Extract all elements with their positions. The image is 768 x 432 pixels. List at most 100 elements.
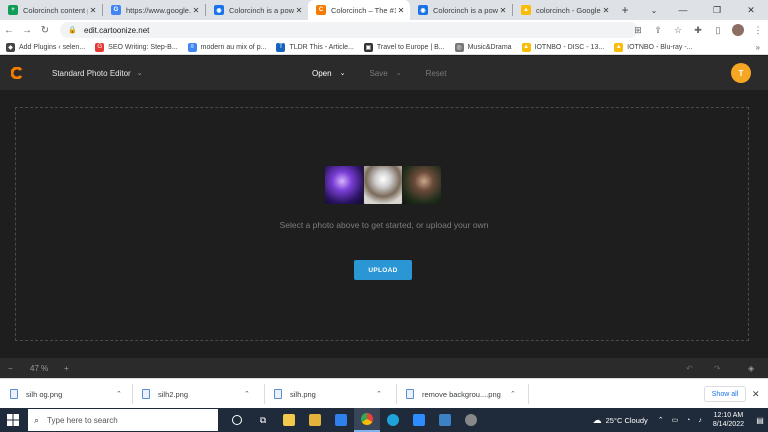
clock[interactable]: 12:10 AM 8/14/2022 bbox=[713, 411, 744, 429]
download-item[interactable]: silh og.png ⌃ bbox=[10, 379, 122, 409]
more-menu-icon[interactable]: ⋮ bbox=[748, 25, 768, 36]
bookmark-item[interactable]: T TLDR This - Article... bbox=[276, 42, 354, 52]
notification-icon[interactable]: ▤ bbox=[752, 416, 768, 425]
bookmark-label: SEO Writing: Step-B... bbox=[108, 43, 178, 51]
colorcinch-logo-icon[interactable] bbox=[11, 67, 23, 79]
zoom-app-icon[interactable] bbox=[406, 408, 432, 432]
editor-mode-dropdown[interactable]: Standard Photo Editor ⌄ bbox=[52, 56, 143, 90]
share-icon[interactable]: ⇪ bbox=[648, 25, 668, 36]
open-label: Open bbox=[312, 68, 332, 78]
reset-button[interactable]: Reset bbox=[426, 69, 447, 78]
cortana-icon[interactable] bbox=[224, 408, 250, 432]
bookmark-label: IOTNBO - Blu-ray -... bbox=[627, 43, 693, 51]
zoom-out-icon[interactable]: − bbox=[8, 364, 13, 373]
task-view-icon[interactable]: ⧉ bbox=[250, 408, 276, 432]
app-header: Standard Photo Editor ⌄ Open ⌄ Save ⌄ Re… bbox=[0, 56, 768, 90]
bookmark-item[interactable]: ▲ IOTNBO - DISC - 13... bbox=[521, 42, 605, 52]
bookmark-item[interactable]: G SEO Writing: Step-B... bbox=[95, 42, 178, 52]
store-icon[interactable] bbox=[302, 408, 328, 432]
close-icon[interactable]: ✕ bbox=[88, 6, 98, 15]
download-filename: silh og.png bbox=[26, 389, 63, 399]
upload-button[interactable]: UPLOAD bbox=[354, 260, 412, 280]
maximize-icon[interactable]: ❐ bbox=[700, 0, 734, 20]
tab-2[interactable]: G https://www.google.c ✕ bbox=[103, 0, 205, 20]
close-icon[interactable]: ✕ bbox=[396, 6, 406, 15]
tray-icons[interactable]: ⌃ ▭ ◔ ♪ bbox=[658, 416, 705, 424]
layers-icon[interactable]: ◈ bbox=[748, 364, 754, 373]
system-tray: ☁ 25°C Cloudy ⌃ ▭ ◔ ♪ 12:10 AM 8/14/2022… bbox=[593, 408, 768, 432]
url-field[interactable]: 🔒 edit.cartoonize.net bbox=[60, 22, 638, 38]
download-filename: silh.png bbox=[290, 389, 316, 399]
reload-icon[interactable]: ↻ bbox=[36, 21, 54, 39]
bookmark-item[interactable]: ◎ Music&Drama bbox=[454, 42, 512, 52]
divider bbox=[528, 384, 529, 404]
download-item[interactable]: remove backgrou....png ⌃ bbox=[406, 379, 516, 409]
bookmark-label: IOTNBO - DISC - 13... bbox=[534, 43, 605, 51]
save-menu[interactable]: Save ⌄ bbox=[369, 69, 401, 78]
forward-icon[interactable]: → bbox=[18, 21, 36, 39]
close-icon[interactable]: ✕ bbox=[601, 6, 611, 15]
bookmark-item[interactable]: ≡ modern au mix of p... bbox=[187, 42, 267, 52]
weather-text: 25°C Cloudy bbox=[605, 415, 648, 425]
edge-icon[interactable] bbox=[380, 408, 406, 432]
redo-icon[interactable]: ↷ bbox=[714, 364, 721, 373]
close-icon[interactable]: ✕ bbox=[191, 6, 201, 15]
upload-hint: Select a photo above to get started, or … bbox=[279, 220, 489, 230]
zoom-level[interactable]: 47 % bbox=[30, 364, 48, 373]
weather-widget[interactable]: ☁ 25°C Cloudy bbox=[593, 415, 648, 426]
lock-icon[interactable]: 🔒 bbox=[68, 26, 77, 34]
taskbar-search[interactable]: ⌕ Type here to search bbox=[28, 409, 218, 431]
windows-start-icon[interactable] bbox=[0, 408, 26, 432]
extensions-icon[interactable]: ✚ bbox=[688, 25, 708, 36]
file-icon bbox=[10, 389, 18, 399]
undo-icon[interactable]: ↶ bbox=[686, 364, 693, 373]
photos-icon[interactable] bbox=[432, 408, 458, 432]
star-icon[interactable]: ☆ bbox=[668, 25, 688, 36]
file-explorer-icon[interactable] bbox=[276, 408, 302, 432]
sheets-icon: + bbox=[8, 5, 18, 15]
sample-photo-2[interactable] bbox=[364, 166, 402, 204]
minimize-icon[interactable]: — bbox=[666, 0, 700, 20]
chevron-up-icon[interactable]: ⌃ bbox=[116, 390, 122, 398]
download-filename: silh2.png bbox=[158, 389, 189, 399]
zoom-bar: − 47 % + ↶ ↷ ◈ bbox=[0, 358, 768, 378]
tab-6[interactable]: ▲ colorcinch - Google S ✕ bbox=[513, 0, 615, 20]
mail-icon[interactable] bbox=[328, 408, 354, 432]
bookmark-label: modern au mix of p... bbox=[200, 43, 267, 51]
tab-5[interactable]: ◉ Colorcinch is a powe ✕ bbox=[410, 0, 512, 20]
app-icon[interactable] bbox=[458, 408, 484, 432]
chevron-down-icon: ⌄ bbox=[136, 70, 143, 77]
download-shelf: silh og.png ⌃ silh2.png ⌃ silh.png ⌃ rem… bbox=[0, 378, 768, 408]
divider bbox=[132, 384, 133, 404]
chevron-up-icon[interactable]: ⌃ bbox=[510, 390, 516, 398]
tab-search-icon[interactable]: ⌄ bbox=[644, 0, 664, 20]
tab-4-active[interactable]: C Colorcinch – The #1 P ✕ bbox=[308, 0, 410, 20]
bookmark-item[interactable]: ▲ IOTNBO - Blu-ray -... bbox=[614, 42, 693, 52]
chevron-up-icon[interactable]: ⌃ bbox=[376, 390, 382, 398]
close-icon[interactable]: ✕ bbox=[294, 6, 304, 15]
profile-avatar[interactable] bbox=[732, 24, 744, 36]
close-window-icon[interactable]: ✕ bbox=[734, 0, 768, 20]
show-all-button[interactable]: Show all bbox=[704, 386, 746, 402]
close-shelf-icon[interactable]: ✕ bbox=[752, 379, 760, 409]
chrome-icon[interactable] bbox=[354, 408, 380, 432]
download-item[interactable]: silh.png ⌃ bbox=[274, 379, 382, 409]
tab-3[interactable]: ◉ Colorcinch is a powe ✕ bbox=[206, 0, 308, 20]
sample-photo-1[interactable] bbox=[325, 166, 363, 204]
open-menu[interactable]: Open ⌄ bbox=[312, 69, 345, 78]
close-icon[interactable]: ✕ bbox=[498, 6, 508, 15]
sidepanel-icon[interactable]: ▯ bbox=[708, 25, 728, 36]
tab-1[interactable]: + Colorcinch content pl ✕ bbox=[0, 0, 102, 20]
bookmarks-overflow-icon[interactable]: » bbox=[756, 40, 760, 55]
new-tab-button[interactable]: + bbox=[615, 0, 635, 20]
install-icon[interactable]: ⊞ bbox=[628, 25, 648, 36]
search-placeholder: Type here to search bbox=[47, 415, 118, 425]
zoom-in-icon[interactable]: + bbox=[64, 364, 69, 373]
bookmark-item[interactable]: ◆ Add Plugins ‹ selen... bbox=[6, 42, 85, 52]
download-item[interactable]: silh2.png ⌃ bbox=[142, 379, 250, 409]
bookmark-item[interactable]: ▣ Travel to Europe | B... bbox=[363, 42, 445, 52]
sample-photo-3[interactable] bbox=[403, 166, 441, 204]
chevron-up-icon[interactable]: ⌃ bbox=[244, 390, 250, 398]
user-avatar[interactable]: T bbox=[731, 63, 751, 83]
back-icon[interactable]: ← bbox=[0, 21, 18, 39]
